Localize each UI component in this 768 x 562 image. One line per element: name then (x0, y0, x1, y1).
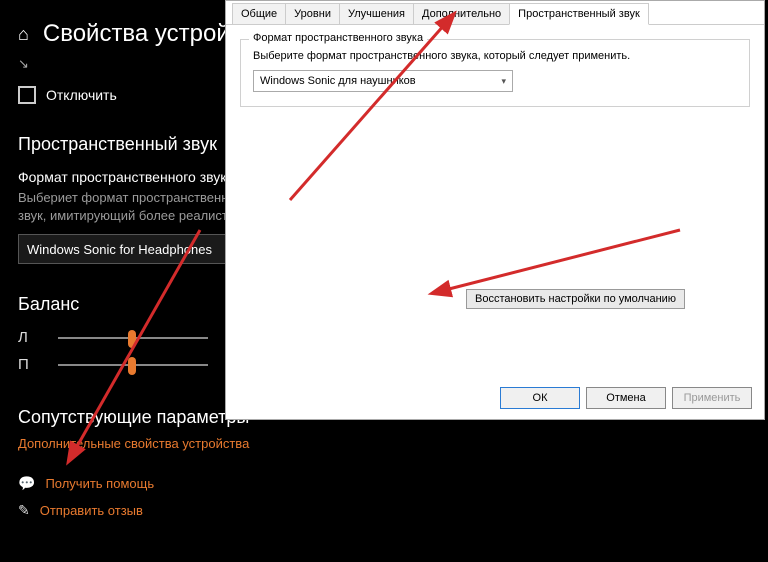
tab-enhancements[interactable]: Улучшения (339, 3, 414, 24)
tab-spatial-sound[interactable]: Пространственный звук (509, 3, 649, 25)
help-icon: 💬 (18, 475, 35, 492)
tab-advanced[interactable]: Дополнительно (413, 3, 510, 24)
feedback-icon: ✎ (18, 502, 30, 519)
feedback-link[interactable]: ✎ Отправить отзыв (18, 502, 750, 519)
group-text: Выберите формат пространственного звука,… (253, 50, 737, 62)
dialog-tabs: Общие Уровни Улучшения Дополнительно Про… (226, 1, 764, 25)
disable-checkbox[interactable] (18, 86, 36, 104)
disable-label: Отключить (46, 87, 117, 103)
spatial-format-dropdown[interactable]: Windows Sonic для наушников ▾ (253, 70, 513, 92)
chevron-down-icon: ▾ (501, 76, 506, 87)
tab-levels[interactable]: Уровни (285, 3, 340, 24)
balance-left-label: Л (18, 329, 38, 346)
help-link[interactable]: 💬 Получить помощь (18, 475, 750, 492)
tab-general[interactable]: Общие (232, 3, 286, 24)
spatial-format-dropdown-value: Windows Sonic для наушников (260, 75, 416, 87)
balance-left-slider[interactable] (58, 337, 208, 339)
properties-dialog: Общие Уровни Улучшения Дополнительно Про… (225, 0, 765, 420)
cancel-button[interactable]: Отмена (586, 387, 666, 409)
group-legend: Формат пространственного звука (249, 32, 427, 44)
balance-right-label: П (18, 356, 38, 373)
balance-right-thumb[interactable] (128, 357, 136, 375)
balance-right-slider[interactable] (58, 364, 208, 366)
spatial-format-group: Формат пространственного звука Выберите … (240, 39, 750, 107)
advanced-properties-link[interactable]: Дополнительные свойства устройства (18, 436, 750, 451)
balance-left-thumb[interactable] (128, 330, 136, 348)
apply-button[interactable]: Применить (672, 387, 752, 409)
spatial-format-value: Windows Sonic for Headphones (27, 242, 212, 257)
home-icon[interactable]: ⌂ (18, 24, 29, 45)
restore-defaults-button[interactable]: Восстановить настройки по умолчанию (466, 289, 685, 309)
ok-button[interactable]: ОК (500, 387, 580, 409)
page-title: Свойства устрой (43, 20, 230, 48)
